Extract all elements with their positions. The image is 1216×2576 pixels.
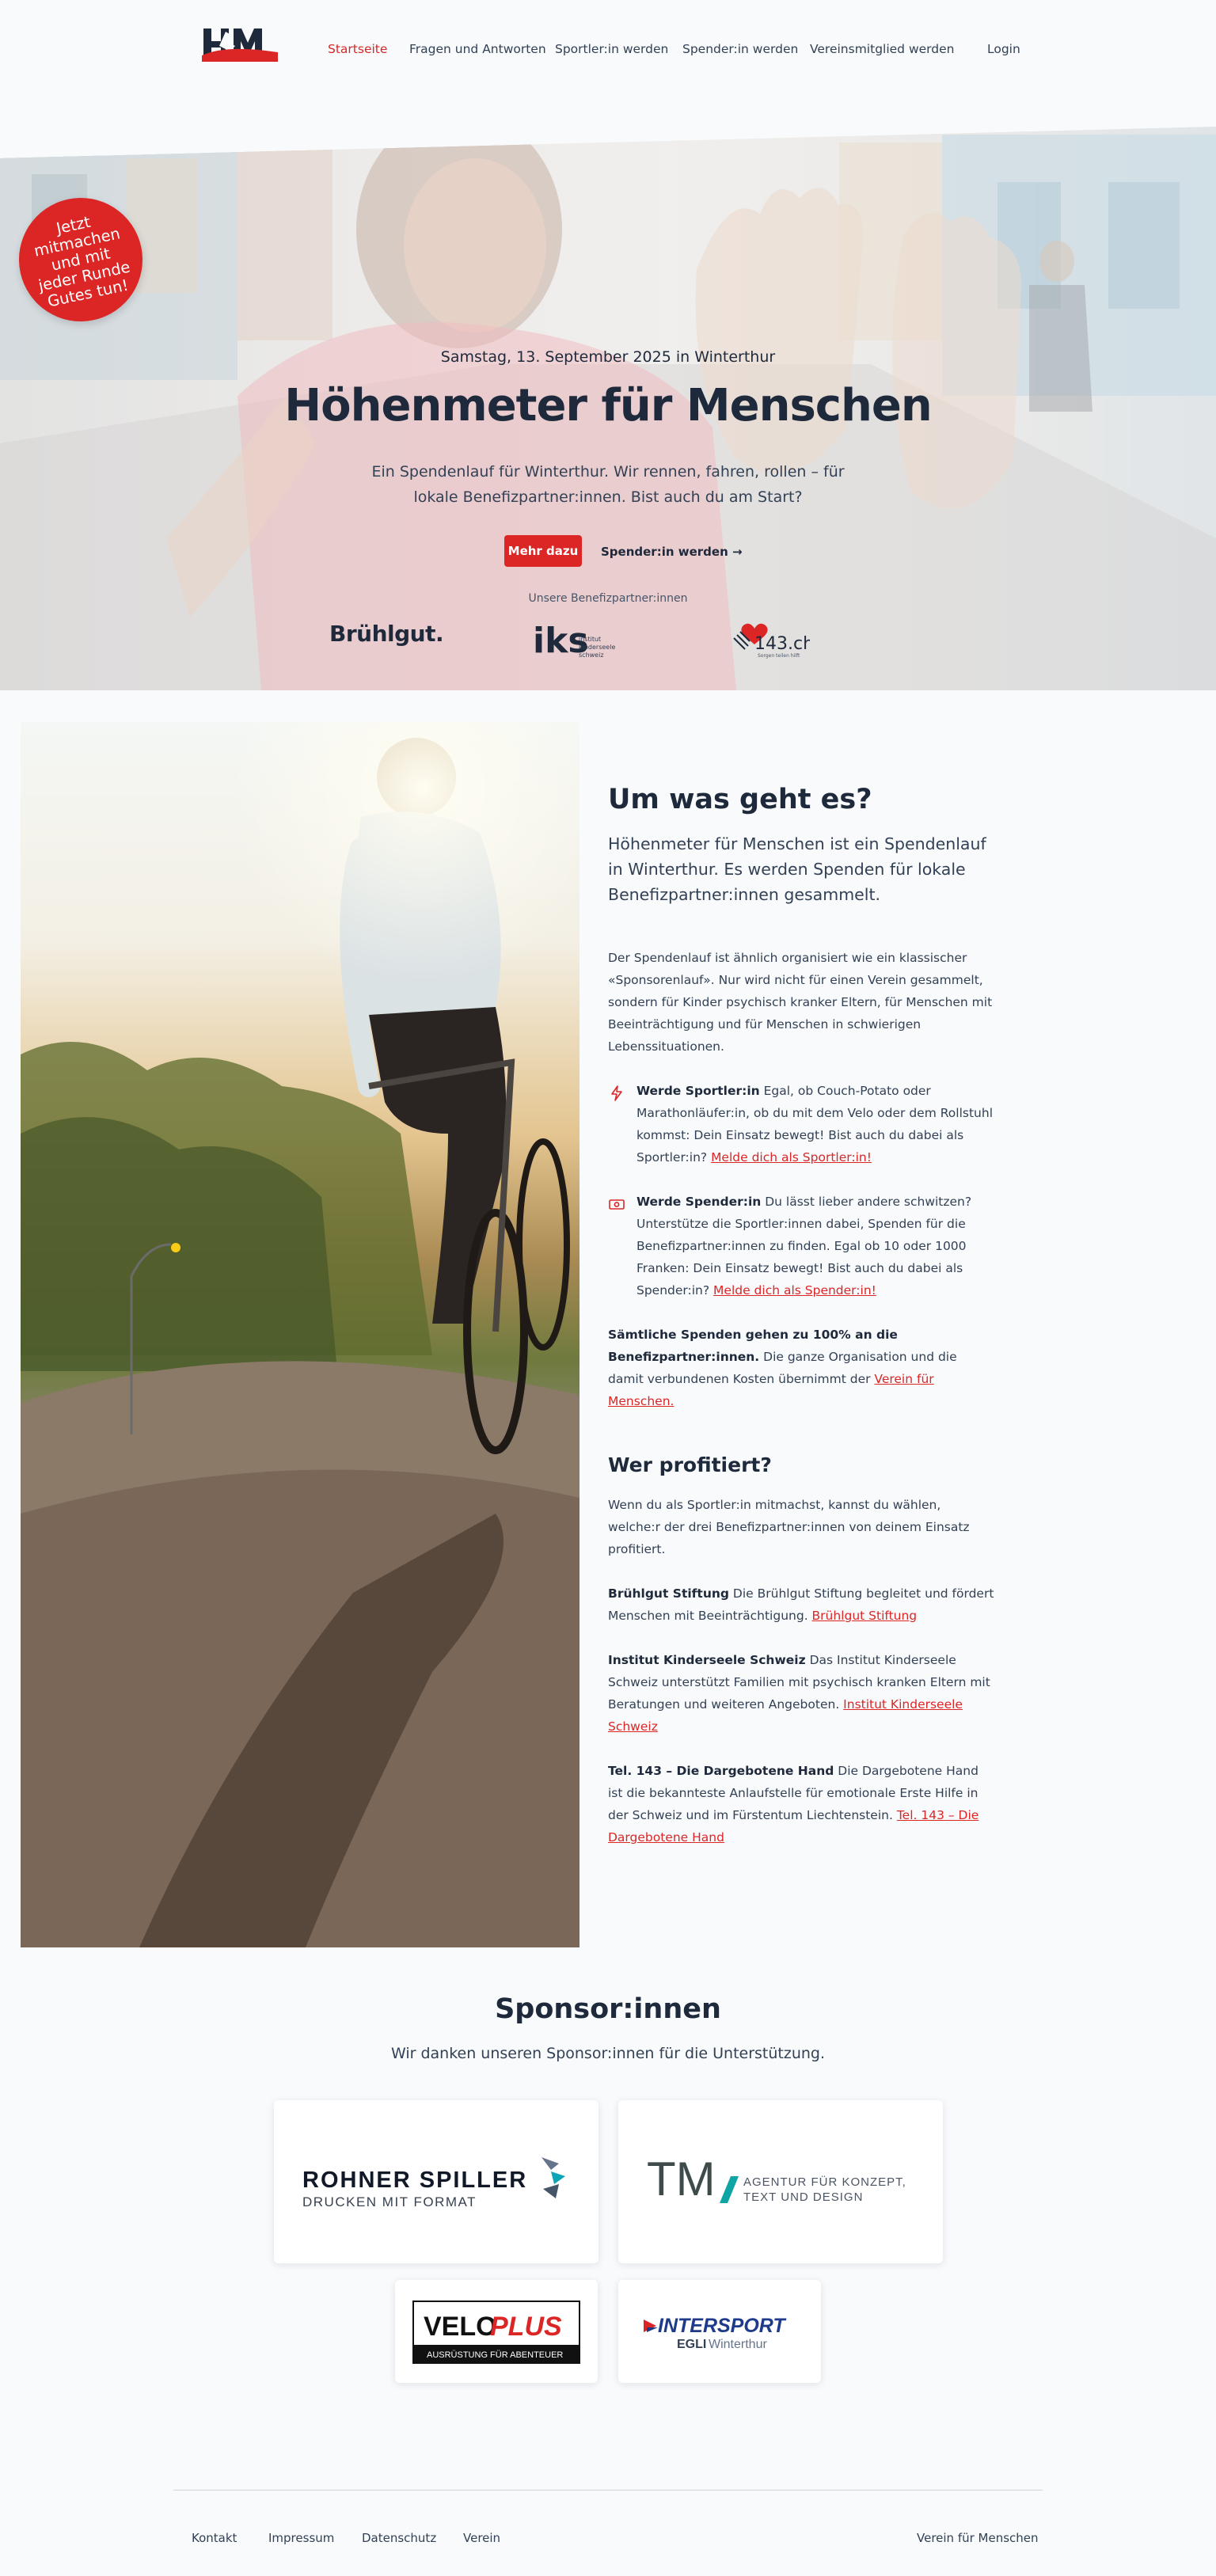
footer-impressum[interactable]: Impressum	[268, 2531, 334, 2545]
nav-spender[interactable]: Spender:in werden	[682, 42, 798, 56]
feature-athlete-title: Werde Sportler:in	[636, 1084, 760, 1098]
footer-divider	[173, 2490, 1043, 2491]
beneficiary-143: Tel. 143 – Die Dargebotene Hand Die Darg…	[608, 1760, 996, 1848]
hfm-logo-icon	[202, 27, 278, 62]
login-link[interactable]: Login	[987, 42, 1020, 56]
footer-verein[interactable]: Verein	[463, 2531, 500, 2545]
partners-label: Unsere Benefizpartner:innen	[528, 592, 688, 605]
beneficiary-bruehlgut: Brühlgut Stiftung Die Brühlgut Stiftung …	[608, 1582, 996, 1627]
beneficiary-name: Institut Kinderseele Schweiz	[608, 1653, 806, 1667]
site-header: Startseite Fragen und Antworten Sportler…	[0, 0, 1216, 103]
veloplus-a: VELO	[424, 2312, 497, 2342]
about-title: Um was geht es?	[608, 784, 872, 815]
sponsor-tm-agentur[interactable]: TM AGENTUR FÜR KONZEPT, TEXT UND DESIGN	[618, 2100, 943, 2263]
who-title: Wer profitiert?	[608, 1453, 772, 1476]
partner-kinderseele-logo[interactable]: iks institut kinderseele schweiz	[533, 617, 620, 661]
bruehlgut-link[interactable]: Brühlgut Stiftung	[812, 1609, 918, 1623]
about-intro: Der Spendenlauf ist ähnlich organisiert …	[608, 951, 993, 1054]
sponsor-intersport[interactable]: INTERSPORT EGLI Winterthur	[618, 2280, 821, 2383]
feature-donor-body: Du lässt lieber andere schwitzen? Unters…	[636, 1195, 972, 1297]
cyclist-image	[21, 722, 580, 1947]
tm-mark: TM	[647, 2152, 716, 2206]
footer-verein-fuer-menschen[interactable]: Verein für Menschen	[917, 2531, 1039, 2545]
rohner-name: ROHNER SPILLER	[302, 2168, 527, 2193]
lightning-icon	[608, 1080, 627, 1168]
nav-vereinsmitglied[interactable]: Vereinsmitglied werden	[810, 42, 954, 56]
intersport-egli: EGLI	[677, 2338, 706, 2351]
veloplus-sub: AUSRÜSTUNG FÜR ABENTEUER	[427, 2350, 563, 2360]
cyclist-photo	[21, 722, 580, 1947]
about-lead: Höhenmeter für Menschen ist ein Spendenl…	[608, 834, 986, 904]
rohner-sub: DRUCKEN MIT FORMAT	[302, 2194, 477, 2209]
feature-donor: Werde Spender:in Du lässt lieber andere …	[608, 1191, 996, 1301]
become-donor-link[interactable]: Spender:in werden →	[601, 545, 743, 559]
tm-sub-1: AGENTUR FÜR KONZEPT,	[743, 2175, 906, 2189]
who-intro: Wenn du als Sportler:in mitmachst, kanns…	[608, 1498, 970, 1556]
donation-note: Sämtliche Spenden gehen zu 100% an die B…	[608, 1324, 996, 1412]
iks-text-3: schweiz	[579, 652, 604, 659]
tel143-icon: 143.ch Sorgen teilen hilft	[733, 623, 814, 659]
beneficiary-kinderseele: Institut Kinderseele Schweiz Das Institu…	[608, 1649, 996, 1738]
partner-143-logo[interactable]: 143.ch Sorgen teilen hilft	[731, 617, 814, 659]
hero-section: Samstag, 13. September 2025 in Winterthu…	[0, 127, 1216, 690]
badge-text: Jetzt mitmachen und mit jeder Runde Gute…	[32, 212, 132, 311]
partner-bruehlgut-logo[interactable]: Brühlgut.	[329, 621, 444, 647]
kinderseele-icon: iks institut kinderseele schweiz	[533, 621, 615, 661]
intersport-name: INTERSPORT	[658, 2315, 787, 2337]
tel143-text: 143.ch	[754, 634, 810, 654]
iks-text-1: institut	[579, 636, 601, 643]
sponsor-veloplus[interactable]: VELO PLUS AUSRÜSTUNG FÜR ABENTEUER	[395, 2280, 598, 2383]
feature-athlete-text: Werde Sportler:in Egal, ob Couch-Potato …	[636, 1080, 996, 1168]
about-section: Um was geht es? Höhenmeter für Menschen …	[608, 784, 996, 1871]
event-date: Samstag, 13. September 2025 in Winterthu…	[440, 348, 776, 366]
sponsors-title: Sponsor:innen	[495, 1993, 721, 2025]
nav-sportler[interactable]: Sportler:in werden	[555, 42, 668, 56]
iks-text-2: kinderseele	[579, 644, 615, 651]
nav-startseite[interactable]: Startseite	[328, 42, 387, 56]
footer-kontakt[interactable]: Kontakt	[192, 2531, 237, 2545]
nav-faq[interactable]: Fragen und Antworten	[409, 42, 546, 56]
money-icon	[608, 1191, 627, 1301]
beneficiary-name: Brühlgut Stiftung	[608, 1586, 729, 1601]
feature-donor-text: Werde Spender:in Du lässt lieber andere …	[636, 1191, 996, 1301]
sponsor-rohner-spiller[interactable]: ROHNER SPILLER DRUCKEN MIT FORMAT	[274, 2100, 598, 2263]
tm-logo: TM AGENTUR FÜR KONZEPT, TEXT UND DESIGN	[647, 2152, 906, 2206]
register-donor-link[interactable]: Melde dich als Spender:in!	[713, 1283, 876, 1297]
intersport-city: Winterthur	[709, 2338, 767, 2351]
veloplus-b: PLUS	[490, 2312, 562, 2342]
register-athlete-link[interactable]: Melde dich als Sportler:in!	[711, 1150, 872, 1165]
more-button[interactable]: Mehr dazu	[504, 535, 582, 567]
intersport-logo: INTERSPORT EGLI Winterthur	[644, 2315, 787, 2351]
footer-datenschutz[interactable]: Datenschutz	[362, 2531, 436, 2545]
feature-athlete: Werde Sportler:in Egal, ob Couch-Potato …	[608, 1080, 996, 1168]
hero-title: Höhenmeter für Menschen	[284, 380, 932, 431]
feature-donor-title: Werde Spender:in	[636, 1195, 762, 1209]
tm-sub-2: TEXT UND DESIGN	[743, 2190, 863, 2204]
sponsors-subtitle: Wir danken unseren Sponsor:innen für die…	[390, 2045, 826, 2062]
rohner-spiller-logo: ROHNER SPILLER DRUCKEN MIT FORMAT	[302, 2157, 565, 2209]
veloplus-logo: VELO PLUS AUSRÜSTUNG FÜR ABENTEUER	[412, 2301, 580, 2364]
hero-lead: Ein Spendenlauf für Winterthur. Wir renn…	[371, 463, 845, 506]
site-logo[interactable]	[202, 27, 278, 62]
tel143-sub: Sorgen teilen hilft	[758, 653, 800, 659]
beneficiary-name: Tel. 143 – Die Dargebotene Hand	[608, 1764, 834, 1778]
